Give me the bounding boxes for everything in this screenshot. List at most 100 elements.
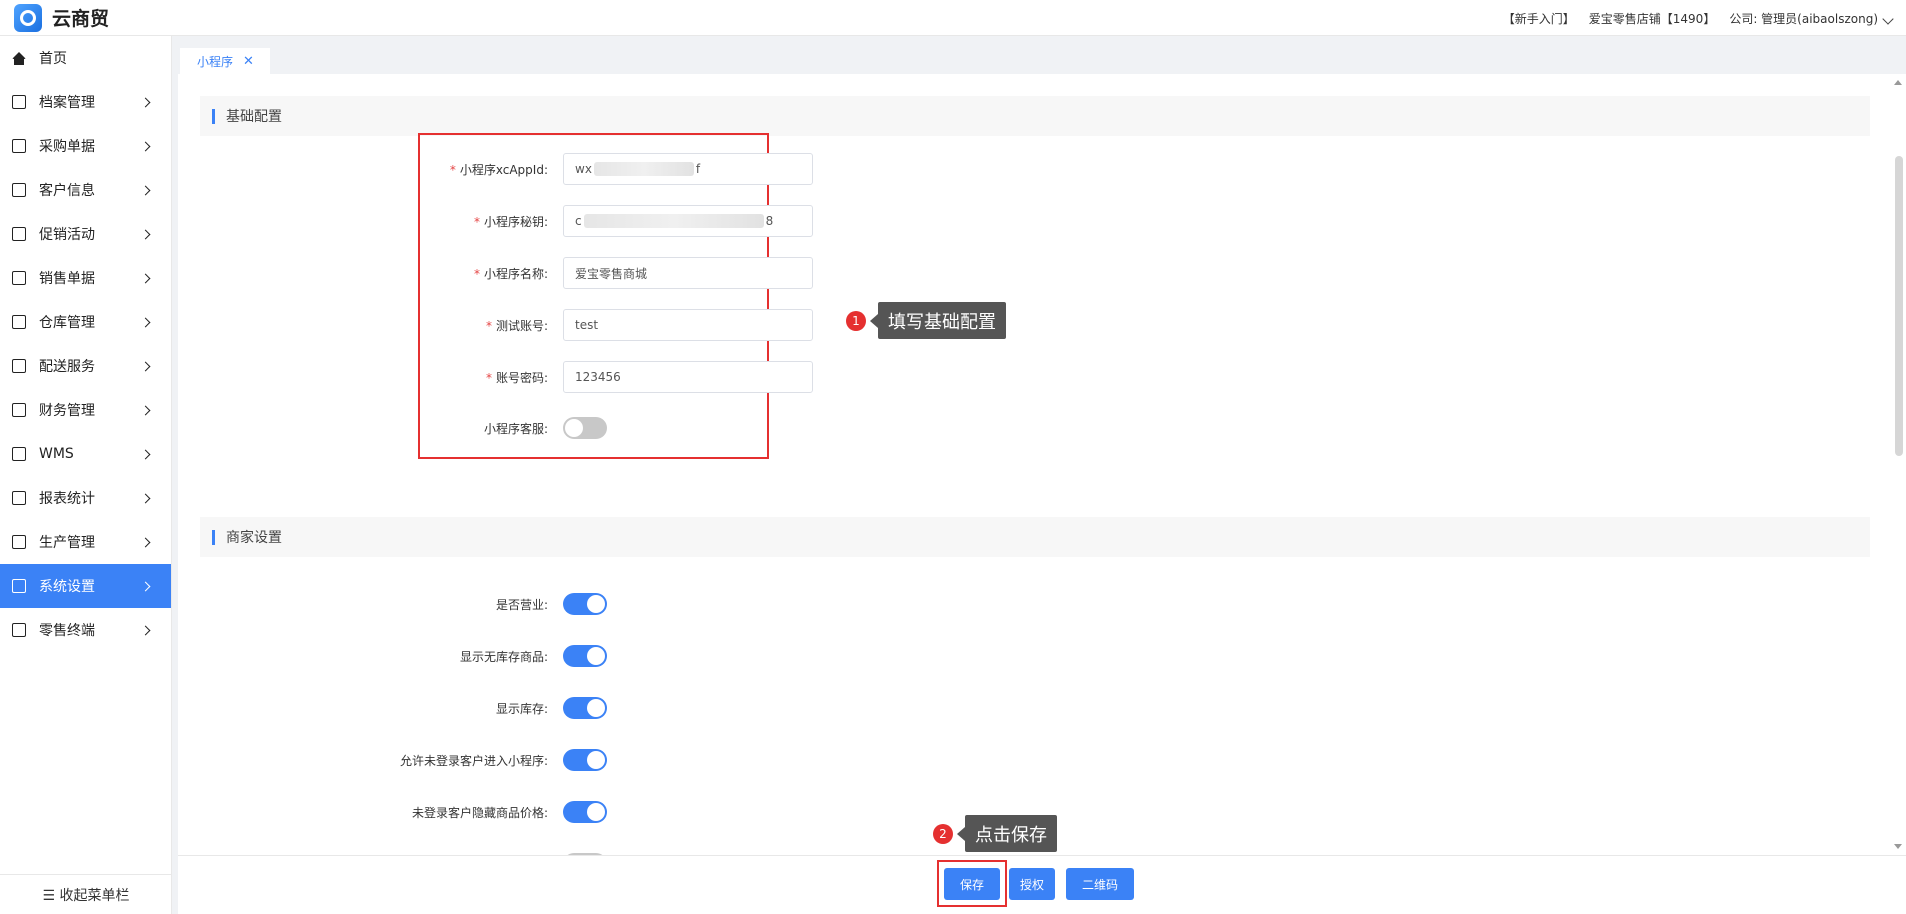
production-icon: [12, 535, 26, 549]
sidebar-item-2[interactable]: 采购单据: [0, 124, 171, 168]
truck-icon: [12, 447, 26, 461]
sidebar-item-8[interactable]: 财务管理: [0, 388, 171, 432]
collapse-menu-button[interactable]: ☰ 收起菜单栏: [0, 874, 172, 914]
merchant-toggle-4[interactable]: [563, 801, 607, 823]
report-icon: [12, 491, 26, 505]
callout-text: 填写基础配置: [878, 302, 1006, 339]
field-appid: * 小程序xcAppId: wx f: [178, 153, 1906, 185]
chevron-right-icon: [140, 449, 151, 459]
megaphone-icon: [12, 227, 26, 241]
tab-label: 小程序: [197, 54, 234, 69]
chevron-right-icon: [140, 493, 151, 503]
field-secret: * 小程序秘钥: c8: [178, 205, 1906, 237]
callout-1: 1 填写基础配置: [846, 302, 1006, 339]
section-title: 商家设置: [226, 530, 282, 546]
sidebar-item-label: 仓库管理: [39, 315, 95, 331]
close-icon[interactable]: ✕: [243, 54, 254, 69]
password-input[interactable]: 123456: [563, 361, 813, 393]
app-logo-icon: [14, 3, 42, 32]
warehouse-icon: [12, 315, 26, 329]
sidebar-item-0[interactable]: 首页: [0, 36, 171, 80]
field-name: * 小程序名称: 爱宝零售商城: [178, 257, 1906, 289]
field-label: * 小程序名称:: [473, 266, 548, 281]
collapse-menu-label: ☰ 收起菜单栏: [42, 887, 130, 904]
settings-icon: [12, 579, 26, 593]
field-customer-service: 小程序客服:: [178, 417, 1906, 439]
sidebar-item-label: 档案管理: [39, 95, 95, 111]
field-test-account: * 测试账号: test: [178, 309, 1906, 341]
sidebar-item-label: 采购单据: [39, 139, 95, 155]
chevron-right-icon: [140, 537, 151, 547]
sidebar-item-5[interactable]: 销售单据: [0, 256, 171, 300]
field-password: * 账号密码: 123456: [178, 361, 1906, 393]
qrcode-button[interactable]: 二维码: [1066, 868, 1134, 900]
top-header: 云商贸 【新手入门】 爱宝零售店铺【1490】 公司: 管理员(aibaolsz…: [0, 0, 1906, 36]
sidebar-item-4[interactable]: 促销活动: [0, 212, 171, 256]
sidebar-item-label: 生产管理: [39, 535, 95, 551]
company-account[interactable]: 公司: 管理员(aibaolszong): [1729, 10, 1894, 27]
scroll-up-icon[interactable]: [1894, 80, 1902, 85]
chevron-right-icon: [140, 317, 151, 327]
chevron-right-icon: [140, 405, 151, 415]
header-right: 【新手入门】 爱宝零售店铺【1490】 公司: 管理员(aibaolszong): [1503, 0, 1906, 36]
tab-miniprogram[interactable]: 小程序 ✕: [180, 48, 270, 74]
chevron-right-icon: [140, 273, 151, 283]
bag-icon: [12, 623, 26, 637]
sidebar-item-7[interactable]: 配送服务: [0, 344, 171, 388]
merchant-toggle-0[interactable]: [563, 593, 607, 615]
main-panel: 基础配置 * 小程序xcAppId: wx f * 小程序秘钥: c8 * 小程序名称:…: [178, 74, 1906, 855]
field-label: 显示无库存商品:: [459, 649, 548, 664]
sidebar-item-9[interactable]: WMS: [0, 432, 171, 476]
sidebar-item-3[interactable]: 客户信息: [0, 168, 171, 212]
appid-input[interactable]: wx f: [563, 153, 813, 185]
finance-icon: [12, 403, 26, 417]
home-icon: [12, 51, 26, 65]
store-name: 爱宝零售店铺【1490】: [1588, 11, 1716, 26]
merchant-field-2: 显示库存:: [178, 697, 1906, 719]
sidebar-item-label: 促销活动: [39, 227, 95, 243]
sidebar-item-1[interactable]: 档案管理: [0, 80, 171, 124]
save-button[interactable]: 保存: [944, 868, 1000, 900]
sidebar-item-11[interactable]: 生产管理: [0, 520, 171, 564]
test-account-input[interactable]: test: [563, 309, 813, 341]
sidebar-item-label: 报表统计: [39, 491, 95, 507]
field-label: 显示库存:: [495, 701, 548, 716]
sidebar-item-12[interactable]: 系统设置: [0, 564, 171, 608]
scroll-down-icon[interactable]: [1894, 844, 1902, 849]
merchant-toggle-3[interactable]: [563, 749, 607, 771]
field-label: * 账号密码:: [485, 370, 548, 385]
merchant-field-0: 是否营业:: [178, 593, 1906, 615]
sidebar-item-13[interactable]: 零售终端: [0, 608, 171, 652]
field-label: 小程序客服:: [483, 421, 548, 436]
chevron-right-icon: [140, 581, 151, 591]
chart-icon: [12, 271, 26, 285]
sidebar-item-label: 系统设置: [39, 579, 95, 595]
archive-icon: [12, 95, 26, 109]
company-label: 公司: 管理员(aibaolszong): [1729, 11, 1878, 26]
merchant-toggle-1[interactable]: [563, 645, 607, 667]
sidebar-item-label: 销售单据: [39, 271, 95, 287]
chevron-right-icon: [140, 361, 151, 371]
secret-input[interactable]: c8: [563, 205, 813, 237]
sidebar-item-10[interactable]: 报表统计: [0, 476, 171, 520]
authorize-button[interactable]: 授权: [1009, 868, 1055, 900]
sidebar-item-label: 客户信息: [39, 183, 95, 199]
callout-pointer: [870, 313, 878, 328]
scrollbar-thumb[interactable]: [1895, 156, 1903, 456]
merchant-field-1: 显示无库存商品:: [178, 645, 1906, 667]
section-basic-config: 基础配置: [200, 96, 1870, 136]
callout-text: 点击保存: [965, 815, 1057, 852]
sidebar: 首页档案管理采购单据客户信息促销活动销售单据仓库管理配送服务 财务管理 WMS 报表统…: [0, 36, 172, 914]
merchant-toggle-2[interactable]: [563, 697, 607, 719]
callout-pointer: [957, 826, 965, 841]
chevron-down-icon[interactable]: [1882, 12, 1894, 25]
cart-icon: [12, 359, 26, 373]
sidebar-item-6[interactable]: 仓库管理: [0, 300, 171, 344]
name-input[interactable]: 爱宝零售商城: [563, 257, 813, 289]
tab-bar: 小程序 ✕: [178, 36, 1906, 74]
section-merchant-settings: 商家设置: [200, 517, 1870, 557]
field-label: 允许未登录客户进入小程序:: [399, 753, 548, 768]
section-title: 基础配置: [226, 109, 282, 125]
customer-service-toggle[interactable]: [563, 417, 607, 439]
guide-link[interactable]: 【新手入门】: [1503, 10, 1575, 27]
